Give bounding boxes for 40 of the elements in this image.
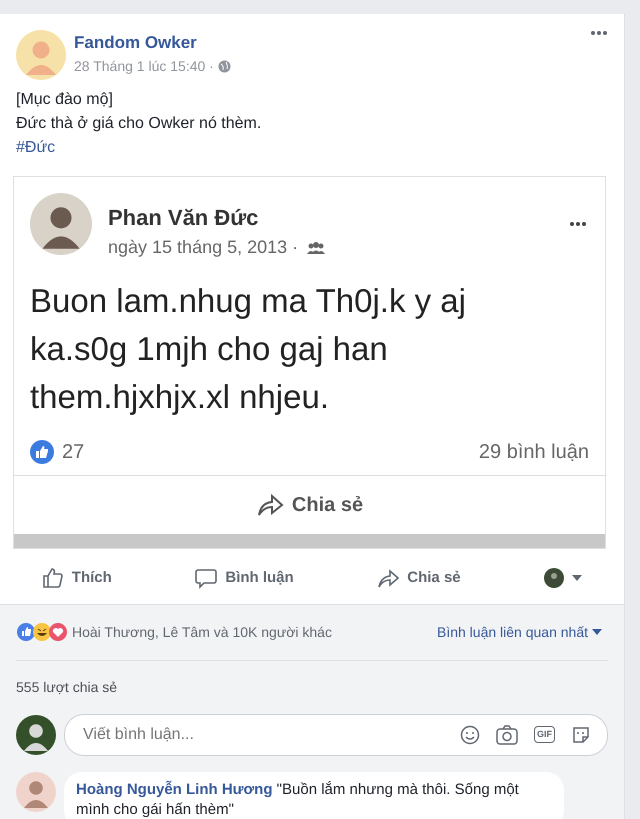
gif-button[interactable]: GIF bbox=[534, 726, 555, 744]
share-button[interactable]: Chia sẻ bbox=[367, 561, 471, 596]
share-button[interactable]: Chia sẻ bbox=[246, 484, 374, 526]
comment-text: Hoàng Nguyễn Linh Hương "Buồn lắm nhưng mà thôi. Sống một mình cho gái hấn thèm" bbox=[64, 772, 564, 819]
thumbs-up-icon bbox=[42, 567, 64, 590]
more-icon[interactable] bbox=[590, 30, 608, 36]
caret-icon bbox=[572, 575, 582, 582]
speech-bubble-icon bbox=[195, 567, 218, 590]
post-text: [Mục đào mộ] bbox=[16, 90, 114, 110]
reaction-icons bbox=[16, 622, 68, 642]
camera-icon[interactable] bbox=[496, 724, 518, 744]
share-icon bbox=[377, 567, 400, 590]
shared-post-text: Buon lam.nhug ma Th0j.k y aj ka.s0g 1mjh cho gaj han them.hjxhjx.xl nhjeu. bbox=[29, 281, 467, 417]
post-time[interactable]: 28 Tháng 1 lúc 15:40 · bbox=[74, 56, 214, 76]
comment-button[interactable]: Bình luận bbox=[185, 561, 304, 596]
like-count: 27 bbox=[62, 440, 84, 465]
hashtag-link[interactable]: #Đức bbox=[16, 136, 608, 160]
shared-date: ngày 15 tháng 5, 2013 · bbox=[108, 236, 298, 259]
post-text: Đức thà ở giá cho Owker nó thèm. bbox=[16, 114, 262, 134]
avatar bbox=[16, 772, 56, 812]
reaction-summary[interactable]: Hoài Thương, Lê Tâm và 10K người khác bbox=[72, 622, 332, 642]
avatar bbox=[16, 714, 56, 754]
emoji-icon[interactable] bbox=[460, 724, 480, 744]
like-icon bbox=[30, 440, 54, 464]
author-name[interactable]: Fandom Owker bbox=[74, 30, 590, 56]
avatar bbox=[30, 193, 92, 255]
commenter-name[interactable]: Hoàng Nguyễn Linh Hương bbox=[76, 780, 273, 798]
caret-icon bbox=[592, 629, 602, 635]
like-button[interactable]: Thích bbox=[32, 561, 122, 596]
share-count[interactable]: 555 lượt chia sẻ bbox=[16, 660, 608, 706]
share-icon bbox=[256, 493, 284, 517]
avatar-icon bbox=[544, 568, 564, 588]
sort-dropdown[interactable]: Bình luận liên quan nhất bbox=[430, 620, 608, 644]
avatar bbox=[16, 30, 66, 80]
comment-count[interactable]: 29 bình luận bbox=[478, 437, 589, 467]
sticker-icon[interactable] bbox=[571, 724, 591, 744]
comment-field[interactable]: Viết bình luận... GIF bbox=[64, 714, 608, 756]
group-icon bbox=[306, 242, 326, 254]
more-icon[interactable] bbox=[569, 221, 589, 227]
shared-author-name: Phan Văn Đức bbox=[108, 204, 260, 232]
